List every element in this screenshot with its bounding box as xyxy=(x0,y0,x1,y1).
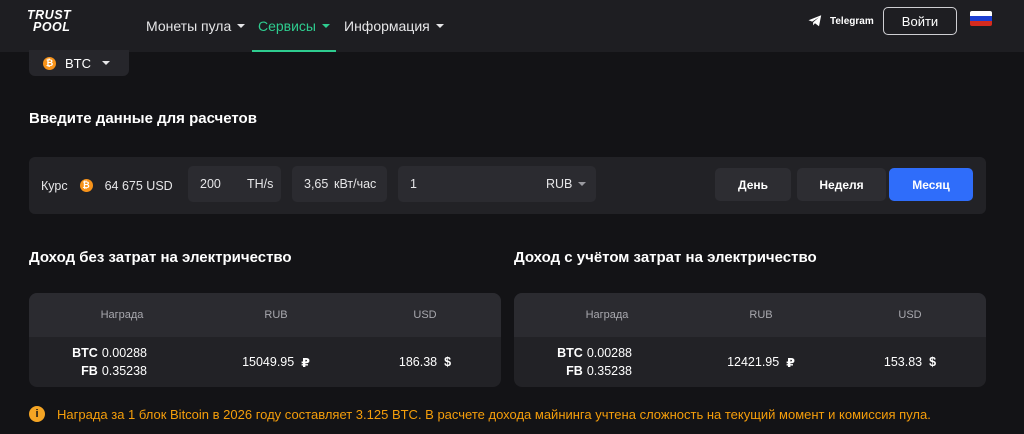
period-week-button[interactable]: Неделя xyxy=(797,168,886,201)
bitcoin-icon: ₿ xyxy=(79,179,93,192)
usd-symbol: $ xyxy=(444,355,452,369)
calculator-title: Введите данные для расчетов xyxy=(29,110,257,127)
logo-line-2: POOL xyxy=(33,20,71,34)
reward-line-fb: FB 0.35238 xyxy=(81,364,147,378)
rub-symbol: ₽ xyxy=(786,355,795,370)
electricity-price-field: RUB xyxy=(398,166,596,202)
rub-value-cell: 15049.95 ₽ xyxy=(213,344,339,380)
chevron-down-icon xyxy=(322,24,330,28)
top-navbar: TRUST POOL Монеты пула Сервисы Информаци… xyxy=(0,0,1024,52)
currency-select[interactable]: RUB xyxy=(546,177,587,191)
usd-symbol: $ xyxy=(929,355,937,369)
chevron-down-icon xyxy=(435,24,444,28)
rate-label: Курс xyxy=(41,178,68,193)
usd-value: 153.83 xyxy=(883,355,923,369)
calculator-bar: Курс ₿ 64 675 USD TH/s кВт/час RUB День … xyxy=(29,157,986,214)
income-gross-table: Награда RUB USD BTC 0.00288 FB 0.35238 150… xyxy=(29,293,501,387)
nav-item-label: Информация xyxy=(344,18,430,34)
column-header-rub: RUB xyxy=(264,309,288,321)
nav-item-services[interactable]: Сервисы xyxy=(252,0,336,52)
info-icon: i xyxy=(29,406,45,422)
rub-symbol: ₽ xyxy=(301,355,310,370)
rub-value: 15049.95 xyxy=(242,355,295,369)
income-net-table: Награда RUB USD BTC 0.00288 FB 0.35238 124… xyxy=(514,293,986,387)
russian-flag-icon[interactable] xyxy=(970,11,992,26)
currency-value: RUB xyxy=(546,177,573,191)
nav-item-information[interactable]: Информация xyxy=(344,0,444,52)
nav-item-pool-coins[interactable]: Монеты пула xyxy=(146,0,246,52)
electricity-price-input[interactable] xyxy=(410,177,510,191)
rub-value: 12421.95 xyxy=(727,355,780,369)
column-header-rub: RUB xyxy=(749,309,773,321)
power-unit: кВт/час xyxy=(334,177,377,191)
income-net-title: Доход с учётом затрат на электричество xyxy=(514,249,817,266)
coin-selector[interactable]: ₿ BTC xyxy=(29,50,129,76)
nav-item-label: Монеты пула xyxy=(146,18,232,34)
telegram-label: Telegram xyxy=(830,15,874,27)
reward-line-btc: BTC 0.00288 xyxy=(72,346,147,360)
reward-cell: BTC 0.00288 FB 0.35238 xyxy=(63,344,147,380)
usd-value-cell: 186.38 $ xyxy=(362,344,488,380)
rub-value-cell: 12421.95 ₽ xyxy=(698,344,824,380)
active-nav-indicator xyxy=(252,50,336,52)
column-header-reward: Награда xyxy=(100,309,144,321)
reward-cell: BTC 0.00288 FB 0.35238 xyxy=(548,344,632,380)
hashrate-unit: TH/s xyxy=(247,177,274,191)
telegram-icon xyxy=(808,15,822,27)
rate-display: Курс ₿ 64 675 USD xyxy=(41,157,173,214)
notice-text: Награда за 1 блок Bitcoin в 2026 году со… xyxy=(57,406,931,422)
hashrate-field: TH/s xyxy=(188,166,281,202)
rate-value: 64 675 USD xyxy=(104,178,173,193)
income-gross-title: Доход без затрат на электричество xyxy=(29,249,292,266)
chevron-down-icon xyxy=(237,24,246,28)
telegram-link[interactable]: Telegram xyxy=(808,13,874,29)
reward-line-btc: BTC 0.00288 xyxy=(557,346,632,360)
column-header-reward: Награда xyxy=(585,309,629,321)
usd-value-cell: 153.83 $ xyxy=(847,344,973,380)
nav-item-label: Сервисы xyxy=(257,18,316,34)
block-reward-notice: i Награда за 1 блок Bitcoin в 2026 году … xyxy=(29,404,931,424)
reward-line-fb: FB 0.35238 xyxy=(566,364,632,378)
coin-selector-value: BTC xyxy=(65,55,91,71)
usd-value: 186.38 xyxy=(398,355,438,369)
chevron-down-icon xyxy=(578,182,587,186)
column-header-usd: USD xyxy=(413,309,437,321)
table-header: Награда RUB USD xyxy=(29,293,501,337)
hashrate-input[interactable] xyxy=(200,177,240,191)
column-header-usd: USD xyxy=(898,309,922,321)
period-month-button[interactable]: Месяц xyxy=(889,168,973,201)
power-input[interactable] xyxy=(304,177,332,191)
bitcoin-icon: ₿ xyxy=(43,56,56,70)
period-day-button[interactable]: День xyxy=(715,168,791,201)
table-header: Награда RUB USD xyxy=(514,293,986,337)
trustpool-logo[interactable]: TRUST POOL xyxy=(27,9,91,34)
chevron-down-icon xyxy=(102,61,110,65)
power-field: кВт/час xyxy=(292,166,387,202)
login-button[interactable]: Войти xyxy=(883,7,957,35)
